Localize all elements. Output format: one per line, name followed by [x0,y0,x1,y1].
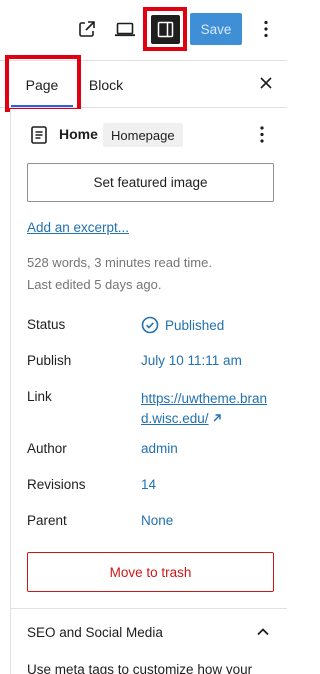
publish-date-button[interactable]: July 10 11:11 am [141,353,242,368]
move-to-trash-button[interactable]: Move to trash [27,552,274,592]
active-tab-indicator [11,105,73,107]
arrow-up-right-icon [213,414,221,422]
external-link-icon [79,21,95,37]
revisions-label: Revisions [27,477,86,492]
tab-block[interactable]: Block [82,61,130,108]
section-divider [11,608,287,609]
save-button[interactable]: Save [190,13,242,45]
revisions-button[interactable]: 14 [141,477,156,492]
options-button[interactable] [255,12,277,46]
status-value: Published [165,317,225,333]
status-label: Status [27,317,66,332]
page-document-icon [31,126,47,144]
add-excerpt-link[interactable]: Add an excerpt... [27,220,129,235]
chevron-up-icon[interactable] [254,622,272,642]
author-label: Author [27,441,67,456]
permalink-button[interactable]: https://uwtheme.brand.wisc.edu/ [141,389,276,429]
sidebar-tabs: Page Block [0,60,287,108]
page-title: Home [59,126,98,142]
preview-button[interactable] [110,12,140,46]
author-button[interactable]: admin [141,441,178,456]
permalink-url: https://uwtheme.brand.wisc.edu/ [141,391,268,426]
set-featured-image-button[interactable]: Set featured image [27,163,274,202]
sidebar-panel-icon [157,21,174,38]
last-edited-text: Last edited 5 days ago. [27,277,162,292]
link-label: Link [27,389,52,404]
check-circle-icon [141,316,159,334]
close-sidebar-button[interactable] [254,62,278,104]
laptop-icon [115,22,135,37]
word-count-text: 528 words, 3 minutes read time. [27,255,212,270]
vertical-ellipsis-icon [260,126,264,143]
settings-toggle-button[interactable] [151,15,180,44]
publish-label: Publish [27,353,72,368]
parent-label: Parent [27,513,67,528]
editor-toolbar: Save [0,0,287,60]
tab-page[interactable]: Page [11,61,73,108]
page-actions-button[interactable] [252,122,272,148]
view-page-button[interactable] [72,12,102,46]
seo-description: Use meta tags to customize how your [27,662,253,674]
status-value-button[interactable]: Published [141,316,224,334]
close-icon [260,77,272,89]
parent-button[interactable]: None [141,513,173,528]
seo-panel-toggle[interactable]: SEO and Social Media [27,625,163,640]
homepage-badge: Homepage [103,123,183,147]
vertical-ellipsis-icon [264,20,268,38]
